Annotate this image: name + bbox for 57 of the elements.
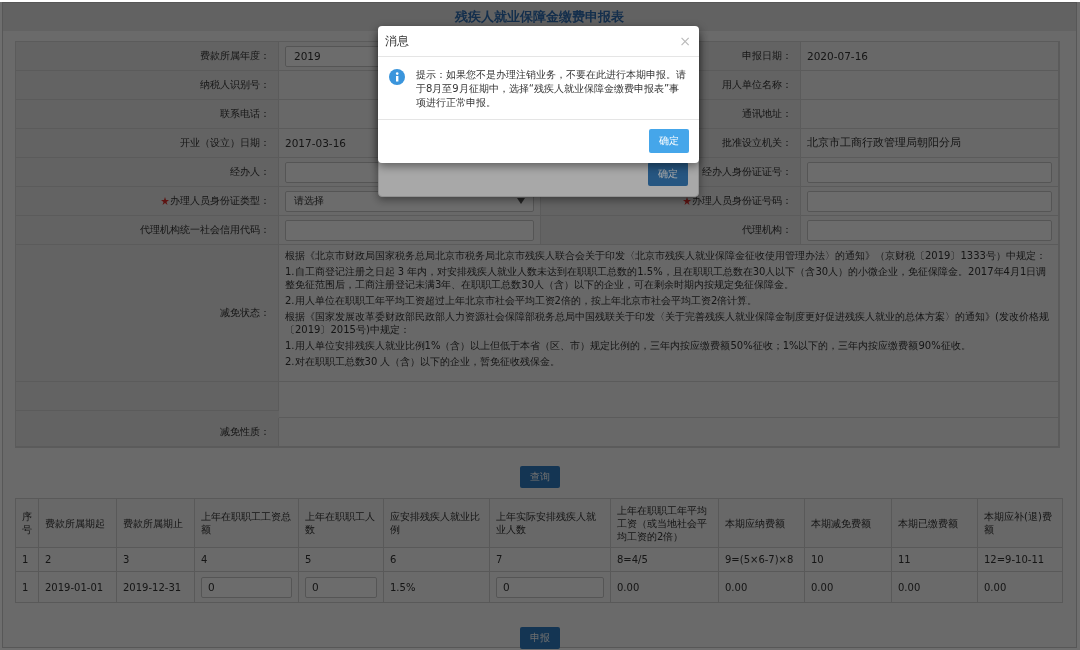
paragraph: 根据《北京市财政局国家税务总局北京市税务局北京市残疾人联合会关于印发〈北京市残疾人就业保障金征收使用管理办法〉的通知》（京财税〔2019〕1333号）中规定： bbox=[285, 249, 1047, 262]
field-label: 申报日期： bbox=[742, 49, 792, 63]
confirm-button[interactable]: 确定 bbox=[649, 129, 689, 153]
dialog-message: 提示：如果您不是办理注销业务，不要在此进行本期申报。请于8月至9月征期中，选择“残疾人就业保障金缴费申报表”事项进行正常申报。 bbox=[416, 68, 687, 110]
text-field[interactable]: 0 bbox=[201, 576, 292, 598]
table-cell: 4 bbox=[194, 547, 299, 572]
table-cell: 0.00 bbox=[977, 571, 1063, 603]
field-label: 费款所属年度： bbox=[200, 49, 270, 63]
field-label: 经办人身份证证号： bbox=[702, 165, 792, 179]
table-cell: 0.00 bbox=[804, 571, 892, 603]
field-label: 用人单位名称： bbox=[722, 78, 792, 92]
field-label: 减免性质： bbox=[220, 425, 270, 439]
field-label: 办理人员身份证类型： bbox=[170, 194, 270, 208]
field-label: 减免状态： bbox=[220, 306, 270, 320]
column-header: 费款所属期止 bbox=[116, 498, 195, 548]
column-header: 本期减免费额 bbox=[804, 498, 892, 548]
table-cell: 1.5% bbox=[383, 571, 490, 603]
table-cell: 0.00 bbox=[718, 571, 805, 603]
query-button[interactable]: 查询 bbox=[519, 466, 560, 488]
paragraph: 2.对在职职工总数30 人（含）以下的企业，暂免征收残保金。 bbox=[285, 355, 562, 368]
table-cell: 11 bbox=[891, 547, 978, 572]
text-field[interactable]: 0 bbox=[496, 576, 604, 598]
column-header: 本期已缴费额 bbox=[891, 498, 978, 548]
field-label: 经办人： bbox=[230, 165, 270, 179]
table-cell: 9=(5×6-7)×8 bbox=[718, 547, 805, 572]
text-field[interactable]: 0 bbox=[305, 576, 377, 598]
page-title: 残疾人就业保障金缴费申报表 bbox=[455, 8, 624, 26]
column-header: 本期应纳费额 bbox=[718, 498, 805, 548]
dialog-title: 消息 bbox=[385, 32, 409, 50]
table-cell: 7 bbox=[489, 547, 611, 572]
submit-button[interactable]: 申报 bbox=[519, 627, 560, 649]
table-cell: 0.00 bbox=[610, 571, 719, 603]
table-cell: 6 bbox=[383, 547, 490, 572]
paragraph: 根据《国家发展改革委财政部民政部人力资源社会保障部税务总局中国残联关于印发〈关于完善残疾人就业保障金制度更好促进残疾人就业的总体方案〉的通知》(发改价格规〔2019〕2015号)中规定： bbox=[285, 310, 1050, 336]
table-cell: 1 bbox=[15, 547, 39, 572]
table-cell: 0.00 bbox=[891, 571, 978, 603]
field-label: 代理机构： bbox=[742, 223, 792, 237]
field-value: 2020-07-16 bbox=[801, 42, 1059, 71]
table-cell: 2019-12-31 bbox=[116, 571, 195, 603]
confirm-button[interactable]: 确定 bbox=[648, 162, 688, 186]
table-cell: 8=4/5 bbox=[610, 547, 719, 572]
column-header: 序号 bbox=[15, 498, 39, 548]
field-label: 联系电话： bbox=[220, 107, 270, 121]
field-label: 开业（设立）日期： bbox=[180, 136, 270, 150]
field-value: 北京市工商行政管理局朝阳分局 bbox=[801, 129, 1059, 158]
info-icon bbox=[389, 69, 405, 85]
paragraph: 1.自工商登记注册之日起 3 年内，对安排残疾人就业人数未达到在职职工总数的1.5%，且在职职工总数在30人以下（含30人）的小微企业，免征保障金。2017年4月1日调整免征范围后，工商注册登记未满3年、在职职工总数30人（含）以下的企业，可在剩余时期内按规定免征保障金。 bbox=[285, 265, 1048, 291]
column-header: 应安排残疾人就业比例 bbox=[383, 498, 490, 548]
table-cell: 1 bbox=[15, 571, 39, 603]
field-label: 通讯地址： bbox=[742, 107, 792, 121]
field-label: 办理人员身份证号码： bbox=[692, 194, 792, 208]
column-header: 本期应补(退)费额 bbox=[977, 498, 1063, 548]
field-label: 批准设立机关： bbox=[722, 136, 792, 150]
column-header: 费款所属期起 bbox=[38, 498, 117, 548]
field-label: 纳税人识别号： bbox=[200, 78, 270, 92]
close-button[interactable]: × bbox=[679, 33, 691, 49]
table-cell: 2019-01-01 bbox=[38, 571, 117, 603]
